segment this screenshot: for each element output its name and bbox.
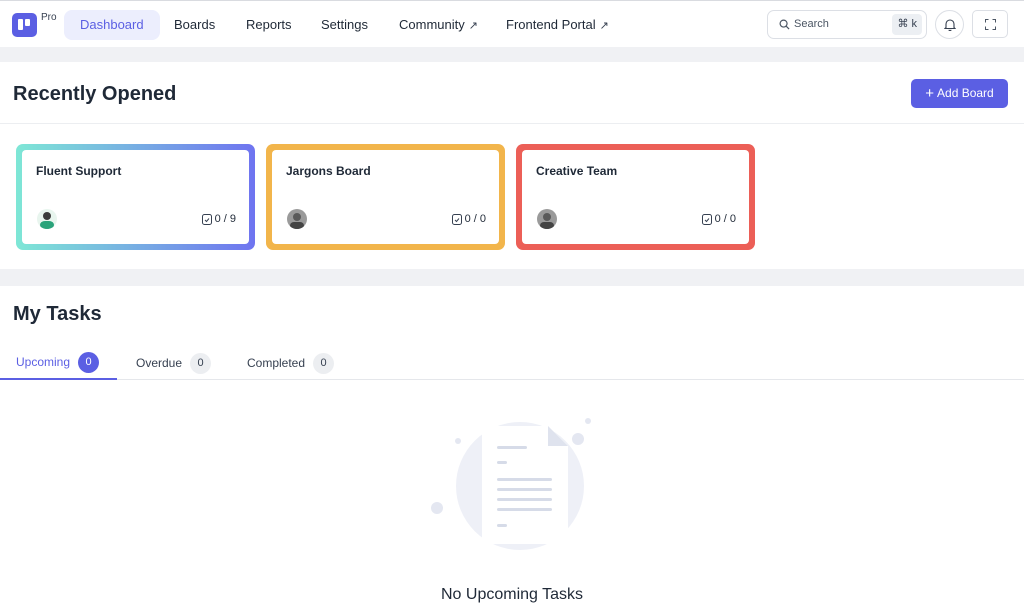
search-shortcut: ⌘ k [892,14,922,35]
nav-settings-label: Settings [321,17,368,32]
my-tasks-panel: My Tasks Upcoming 0 Overdue 0 Completed … [0,286,1024,607]
task-tabs: Upcoming 0 Overdue 0 Completed 0 [0,346,1024,380]
task-count-value: 0 / 9 [214,213,236,225]
search-placeholder: Search [794,18,829,30]
task-count-value: 0 / 0 [714,213,736,225]
logo-icon[interactable] [12,13,37,37]
my-tasks-title: My Tasks [13,303,102,325]
task-icon [451,213,462,225]
nav-settings[interactable]: Settings [305,10,384,40]
recently-opened-title: Recently Opened [13,83,177,105]
board-name: Creative Team [536,164,618,178]
search-button[interactable]: Search ⌘ k [767,10,927,39]
empty-state-message: No Upcoming Tasks [441,586,583,603]
avatar [537,209,557,229]
task-count: 0 / 0 [701,213,736,225]
fullscreen-button[interactable] [972,10,1008,38]
task-icon [701,213,712,225]
external-link-icon: ↗ [599,20,609,32]
board-name: Jargons Board [286,164,371,178]
bell-icon [944,19,956,31]
tab-completed-label: Completed [247,356,306,370]
tab-upcoming-count: 0 [78,351,100,373]
board-card-creative-team[interactable]: Creative Team 0 / 0 [516,144,755,250]
pro-badge: Pro [41,12,57,23]
tab-completed[interactable]: Completed 0 [231,346,335,380]
task-icon [201,213,212,225]
tab-overdue[interactable]: Overdue 0 [120,346,212,380]
task-count: 0 / 9 [201,213,236,225]
search-icon [779,19,790,30]
board-card-body: Jargons Board 0 / 0 [272,150,499,244]
notifications-button[interactable] [935,10,964,39]
tab-upcoming-label: Upcoming [16,355,71,369]
recently-opened-panel: Recently Opened + Add Board Fluent Suppor… [0,62,1024,269]
recently-opened-header: Recently Opened + Add Board [0,62,1024,124]
plus-icon: + [925,85,935,102]
nav-dashboard-label: Dashboard [80,17,144,32]
nav-reports[interactable]: Reports [230,10,308,40]
nav-boards[interactable]: Boards [158,10,231,40]
nav-reports-label: Reports [246,17,292,32]
avatar [37,209,57,229]
nav-boards-label: Boards [174,17,216,32]
fullscreen-icon [985,19,996,30]
nav-dashboard[interactable]: Dashboard [64,10,160,40]
external-link-icon: ↗ [468,20,478,32]
top-navigation: Pro Dashboard Boards Reports Settings Co… [0,0,1024,47]
nav-community[interactable]: Community ↗ [383,10,494,40]
task-count-value: 0 / 0 [464,213,486,225]
tab-overdue-count: 0 [190,352,212,374]
add-board-label: Add Board [937,86,994,100]
nav-frontend-portal-label: Frontend Portal [506,17,596,32]
board-card-jargons-board[interactable]: Jargons Board 0 / 0 [266,144,505,250]
board-card-body: Creative Team 0 / 0 [522,150,749,244]
board-card-body: Fluent Support 0 / 9 [22,150,249,244]
avatar [287,209,307,229]
tab-upcoming[interactable]: Upcoming 0 [0,346,117,380]
task-count: 0 / 0 [451,213,486,225]
tab-overdue-label: Overdue [136,356,183,370]
nav-community-label: Community [399,17,465,32]
tab-completed-count: 0 [313,352,335,374]
board-card-fluent-support[interactable]: Fluent Support 0 / 9 [16,144,255,250]
board-name: Fluent Support [36,164,122,178]
empty-document-illustration [431,418,591,550]
add-board-button[interactable]: + Add Board [911,79,1008,108]
nav-frontend-portal[interactable]: Frontend Portal ↗ [490,10,625,40]
